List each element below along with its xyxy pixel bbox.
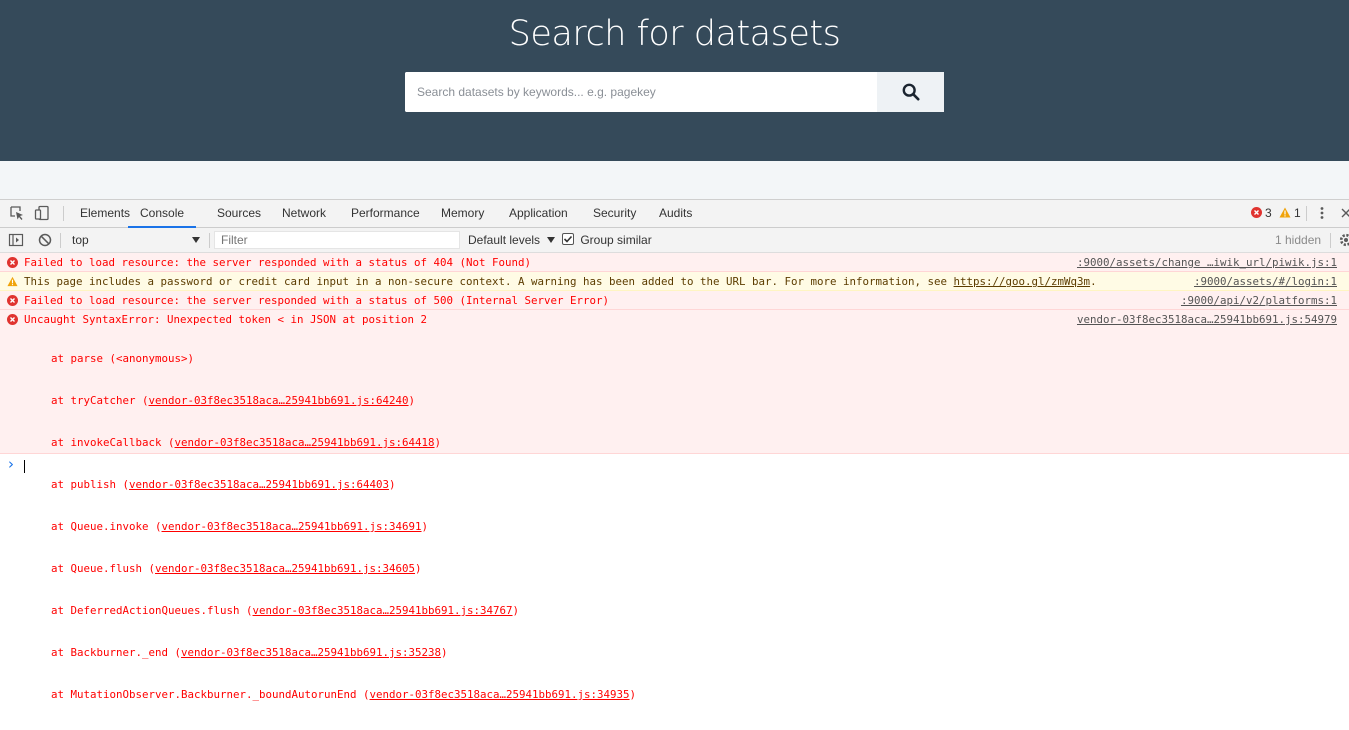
source-link[interactable]: :9000/assets/change …iwik_url/piwik.js:1: [1077, 253, 1337, 272]
stack-frame: at Queue.invoke (vendor-03f8ec3518aca…25…: [51, 520, 429, 533]
page-title: Search for datasets: [508, 14, 841, 54]
stack-link[interactable]: vendor-03f8ec3518aca…25941bb691.js:34767: [253, 604, 513, 617]
console-message-error[interactable]: Uncaught SyntaxError: Unexpected token <…: [0, 310, 1349, 701]
error-count: 3: [1265, 206, 1272, 220]
stack-frame: at publish (vendor-03f8ec3518aca…25941bb…: [51, 478, 396, 491]
divider: [1306, 206, 1307, 221]
clear-console-icon[interactable]: [37, 232, 53, 248]
error-icon: [7, 314, 18, 325]
close-icon[interactable]: [1338, 205, 1349, 221]
group-similar-label: Group similar: [580, 233, 652, 247]
console-message-error[interactable]: Failed to load resource: the server resp…: [0, 253, 1349, 272]
stack-link[interactable]: vendor-03f8ec3518aca…25941bb691.js:64418: [175, 436, 435, 449]
error-icon: [7, 295, 18, 306]
stack-frame: at Backburner._end (vendor-03f8ec3518aca…: [51, 646, 448, 659]
search-icon: [902, 83, 920, 101]
chevron-down-icon: [192, 237, 200, 243]
device-toolbar-icon[interactable]: [34, 205, 50, 221]
stack-frame: at MutationObserver.Backburner._boundAut…: [51, 688, 637, 701]
group-similar-toggle[interactable]: Group similar: [562, 228, 652, 252]
stack-frame: at tryCatcher (vendor-03f8ec3518aca…2594…: [51, 394, 416, 407]
divider: [63, 206, 64, 221]
stack-link[interactable]: vendor-03f8ec3518aca…25941bb691.js:34691: [162, 520, 422, 533]
inspect-element-icon[interactable]: [9, 205, 25, 221]
message-text: Failed to load resource: the server resp…: [24, 256, 532, 269]
tab-memory[interactable]: Memory: [441, 200, 484, 227]
text-cursor: [24, 460, 25, 473]
stack-link[interactable]: vendor-03f8ec3518aca…25941bb691.js:34605: [155, 562, 415, 575]
hidden-count: 1 hidden: [1275, 233, 1322, 247]
console-prompt[interactable]: ›: [0, 454, 1349, 478]
page-body: [0, 161, 1349, 199]
search-box: [405, 72, 944, 112]
warning-icon: [1279, 207, 1291, 218]
divider: [60, 233, 61, 248]
stack-frame: at Queue.flush (vendor-03f8ec3518aca…259…: [51, 562, 422, 575]
error-warning-counter[interactable]: 3 1: [1251, 200, 1301, 227]
warning-text: This page includes a password or credit …: [24, 275, 954, 288]
divider: [209, 233, 210, 248]
devtools-tabbar: Elements Console Sources Network Perform…: [0, 200, 1349, 228]
stack-link[interactable]: vendor-03f8ec3518aca…25941bb691.js:64403: [129, 478, 389, 491]
stack-trace: at parse (<anonymous>) at tryCatcher (ve…: [51, 324, 636, 730]
search-button[interactable]: [877, 72, 944, 112]
divider: [1330, 233, 1331, 248]
context-select[interactable]: top: [64, 231, 206, 249]
tab-sources[interactable]: Sources: [217, 200, 261, 227]
console-messages: Failed to load resource: the server resp…: [0, 253, 1349, 701]
filter-input[interactable]: [214, 231, 460, 249]
tab-security[interactable]: Security: [593, 200, 636, 227]
tab-performance[interactable]: Performance: [351, 200, 420, 227]
stack-link[interactable]: vendor-03f8ec3518aca…25941bb691.js:35238: [181, 646, 441, 659]
stack-frame: at parse (<anonymous>): [51, 352, 195, 365]
prompt-chevron-icon: ›: [8, 455, 14, 473]
console-message-error[interactable]: Failed to load resource: the server resp…: [0, 291, 1349, 310]
tab-application[interactable]: Application: [509, 200, 568, 227]
levels-label: Default levels: [468, 233, 541, 247]
show-sidebar-icon[interactable]: [8, 232, 24, 248]
source-link[interactable]: vendor-03f8ec3518aca…25941bb691.js:54979: [1077, 310, 1337, 329]
search-input[interactable]: [405, 72, 877, 112]
devtools-panel: Elements Console Sources Network Perform…: [0, 199, 1349, 701]
warning-icon: [7, 276, 18, 287]
console-message-warning[interactable]: This page includes a password or credit …: [0, 272, 1349, 291]
error-icon: [1251, 207, 1262, 218]
tab-audits[interactable]: Audits: [659, 200, 692, 227]
tab-network[interactable]: Network: [282, 200, 326, 227]
tab-elements[interactable]: Elements: [80, 200, 130, 227]
context-value: top: [72, 233, 89, 247]
message-text: This page includes a password or credit …: [24, 272, 1097, 291]
settings-gear-icon[interactable]: [1338, 232, 1349, 248]
warning-tail: .: [1090, 275, 1097, 288]
source-link[interactable]: :9000/api/v2/platforms:1: [1181, 291, 1337, 310]
more-info-link[interactable]: https://goo.gl/zmWq3m: [954, 275, 1091, 288]
warning-count: 1: [1294, 206, 1301, 220]
stack-frame: at invokeCallback (vendor-03f8ec3518aca……: [51, 436, 442, 449]
tab-console[interactable]: Console: [128, 200, 197, 228]
console-toolbar: top Default levels Group similar 1 hidde…: [0, 228, 1349, 253]
message-text: Failed to load resource: the server resp…: [24, 294, 610, 307]
source-link[interactable]: :9000/assets/#/login:1: [1194, 272, 1337, 291]
chevron-down-icon: [547, 237, 556, 243]
stack-link[interactable]: vendor-03f8ec3518aca…25941bb691.js:34935: [370, 688, 630, 701]
stack-frame: at DeferredActionQueues.flush (vendor-03…: [51, 604, 520, 617]
levels-dropdown[interactable]: Default levels: [468, 228, 556, 252]
checkbox-checked-icon[interactable]: [562, 233, 574, 245]
stack-link[interactable]: vendor-03f8ec3518aca…25941bb691.js:64240: [149, 394, 409, 407]
more-options-icon[interactable]: [1314, 205, 1330, 221]
error-icon: [7, 257, 18, 268]
